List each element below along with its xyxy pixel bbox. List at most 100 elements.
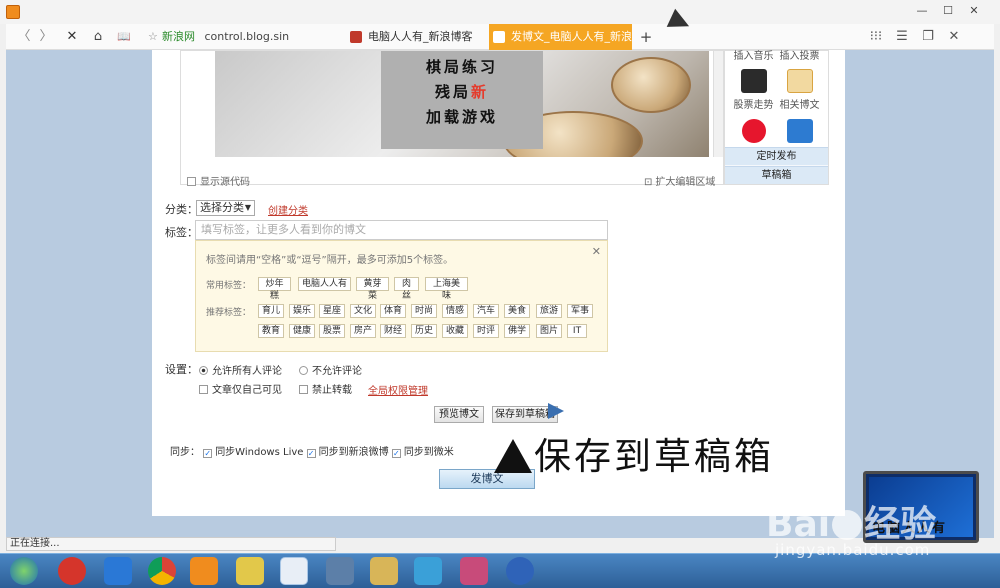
allow-comments-radio[interactable]: 允许所有人评论 (199, 362, 282, 377)
tab-blog-home[interactable]: 电脑人人有_新浪博客 (346, 24, 488, 50)
close-icon[interactable]: ✕ (592, 245, 601, 258)
favorite-star-icon[interactable]: ☆ (148, 27, 158, 47)
sync-weimi[interactable]: 同步到微米 (404, 447, 454, 458)
new-tab-button[interactable]: + (636, 28, 656, 46)
reader-icon[interactable]: 📖 (114, 28, 134, 46)
tab-post-blog[interactable]: 发博文_电脑人人有_新浪博客 (489, 24, 632, 50)
recommended-tag[interactable]: 教育 (258, 324, 284, 338)
recommended-tag[interactable]: 情感 (442, 304, 468, 318)
sync-weibo[interactable]: 同步到新浪微博 (319, 447, 389, 458)
expand-editor-toggle[interactable]: ⊡ 扩大编辑区域 (644, 173, 715, 188)
game-title-new: 新 (471, 83, 490, 101)
recommended-tag[interactable]: IT (567, 324, 587, 338)
option-label: 允许所有人评论 (212, 366, 282, 377)
self-only-checkbox[interactable]: 文章仅自己可见 (199, 381, 282, 396)
sync-windows-live[interactable]: 同步Windows Live (215, 447, 303, 458)
sidebar-item-label: 插入音乐 (733, 51, 774, 62)
recommended-tag[interactable]: 股票 (319, 324, 345, 338)
chrome-icon[interactable] (148, 557, 176, 585)
file-explorer-icon[interactable] (370, 557, 398, 585)
common-tag[interactable]: 电脑人人有 (298, 277, 351, 291)
no-repost-checkbox[interactable]: 禁止转载 (299, 381, 352, 396)
paint-icon[interactable] (460, 557, 488, 585)
active-browser-icon[interactable] (280, 557, 308, 585)
recommended-tag[interactable]: 星座 (319, 304, 345, 318)
global-permissions-link[interactable]: 全局权限管理 (368, 382, 428, 397)
common-tag[interactable]: 肉丝 (394, 277, 419, 301)
recommended-tag[interactable]: 健康 (289, 324, 315, 338)
app-icon[interactable] (506, 557, 534, 585)
forward-icon[interactable]: 〉 (36, 28, 56, 46)
insert-music-item[interactable]: 插入音乐 (731, 47, 776, 62)
stock-trend-item[interactable]: 股票走势 (731, 69, 776, 111)
weibo-item[interactable] (731, 119, 776, 146)
recommended-tag[interactable]: 娱乐 (289, 304, 315, 318)
common-tag[interactable]: 黄芽菜 (356, 277, 389, 301)
tag-hint: 标签间请用“空格”或“逗号”隔开，最多可添加5个标签。 (206, 255, 454, 266)
common-tag[interactable]: 炒年糕 (258, 277, 291, 301)
watermark-brand: Bai (766, 504, 831, 545)
recommended-tag[interactable]: 体育 (380, 304, 406, 318)
layout-item[interactable] (777, 119, 822, 146)
ie-icon[interactable] (104, 557, 132, 585)
app-logo-icon (6, 5, 20, 19)
app-icon[interactable] (326, 557, 354, 585)
recommended-tag[interactable]: 时评 (473, 324, 499, 338)
restore-icon[interactable]: ❐ (918, 28, 938, 46)
site-label: 新浪网 (162, 30, 195, 43)
common-tags-label: 常用标签： (206, 281, 252, 291)
tags-input[interactable]: 填写标签，让更多人看到你的博文 (195, 220, 608, 240)
recommended-tag[interactable]: 历史 (411, 324, 437, 338)
show-source-checkbox[interactable]: 显示源代码 (187, 173, 250, 188)
checkbox-checked-icon[interactable]: ✓ (306, 449, 316, 458)
show-source-label: 显示源代码 (200, 177, 250, 188)
recommended-tag[interactable]: 图片 (536, 324, 562, 338)
common-tag[interactable]: 上海美味 (425, 277, 468, 301)
recommended-tag[interactable]: 军事 (567, 304, 593, 318)
recommended-tag[interactable]: 育儿 (258, 304, 284, 318)
insert-vote-item[interactable]: 插入投票 (777, 47, 822, 62)
apps-grid-icon[interactable]: ⁝⁝⁝ (866, 28, 886, 46)
address-bar[interactable]: ☆ 新浪网 control.blog.sin (146, 27, 341, 47)
recommended-tag[interactable]: 房产 (350, 324, 376, 338)
checkbox-checked-icon[interactable]: ✓ (203, 449, 213, 458)
folder-icon[interactable] (236, 557, 264, 585)
home-icon[interactable]: ⌂ (88, 28, 108, 46)
related-posts-item[interactable]: 相关博文 (777, 69, 822, 111)
drafts-button[interactable]: 草稿箱 (725, 166, 828, 184)
category-select[interactable]: 选择分类 ▼ (196, 200, 255, 216)
recommended-tag[interactable]: 佛学 (504, 324, 530, 338)
stock-chart-icon (740, 69, 767, 93)
recommended-tag[interactable]: 时尚 (411, 304, 437, 318)
close-icon[interactable]: ✕ (944, 28, 964, 46)
app-icon[interactable] (58, 557, 86, 585)
menu-icon[interactable]: ☰ (892, 28, 912, 46)
editor-scrollbar[interactable] (713, 51, 723, 157)
scheduled-publish-button[interactable]: 定时发布 (725, 147, 828, 165)
app-icon[interactable] (414, 557, 442, 585)
tab-label: 电脑人人有_新浪博客 (368, 30, 473, 43)
disallow-comments-radio[interactable]: 不允许评论 (299, 362, 362, 377)
watermark-brand2: 经验 (864, 504, 937, 545)
preview-button[interactable]: 预览博文 (434, 406, 484, 423)
maximize-button[interactable]: ☐ (936, 2, 960, 20)
checkbox-checked-icon[interactable]: ✓ (391, 449, 401, 458)
back-icon[interactable]: 〈 (14, 28, 34, 46)
browser-icon[interactable] (190, 557, 218, 585)
recommended-tag[interactable]: 旅游 (536, 304, 562, 318)
minimize-button[interactable]: — (910, 2, 934, 20)
recommended-tags-label: 推荐标签： (206, 308, 252, 318)
tab-label: 发博文_电脑人人有_新浪博客 (511, 30, 632, 43)
recommended-tag[interactable]: 财经 (380, 324, 406, 338)
rich-text-editor[interactable]: 棋局练习 残局新 加载游戏 显示源代码 ⊡ 扩大编辑区域 (180, 50, 724, 188)
close-window-button[interactable]: ✕ (962, 2, 986, 20)
stop-icon[interactable]: ✕ (62, 28, 82, 46)
recommended-tag[interactable]: 美食 (504, 304, 530, 318)
embedded-game-image[interactable]: 棋局练习 残局新 加载游戏 (215, 51, 709, 157)
start-button-icon[interactable] (10, 557, 38, 585)
recommended-tag[interactable]: 汽车 (473, 304, 499, 318)
recommended-tag[interactable]: 收藏 (442, 324, 468, 338)
tab-favicon-icon (350, 31, 362, 43)
recommended-tag[interactable]: 文化 (350, 304, 376, 318)
create-category-link[interactable]: 创建分类 (268, 202, 308, 217)
